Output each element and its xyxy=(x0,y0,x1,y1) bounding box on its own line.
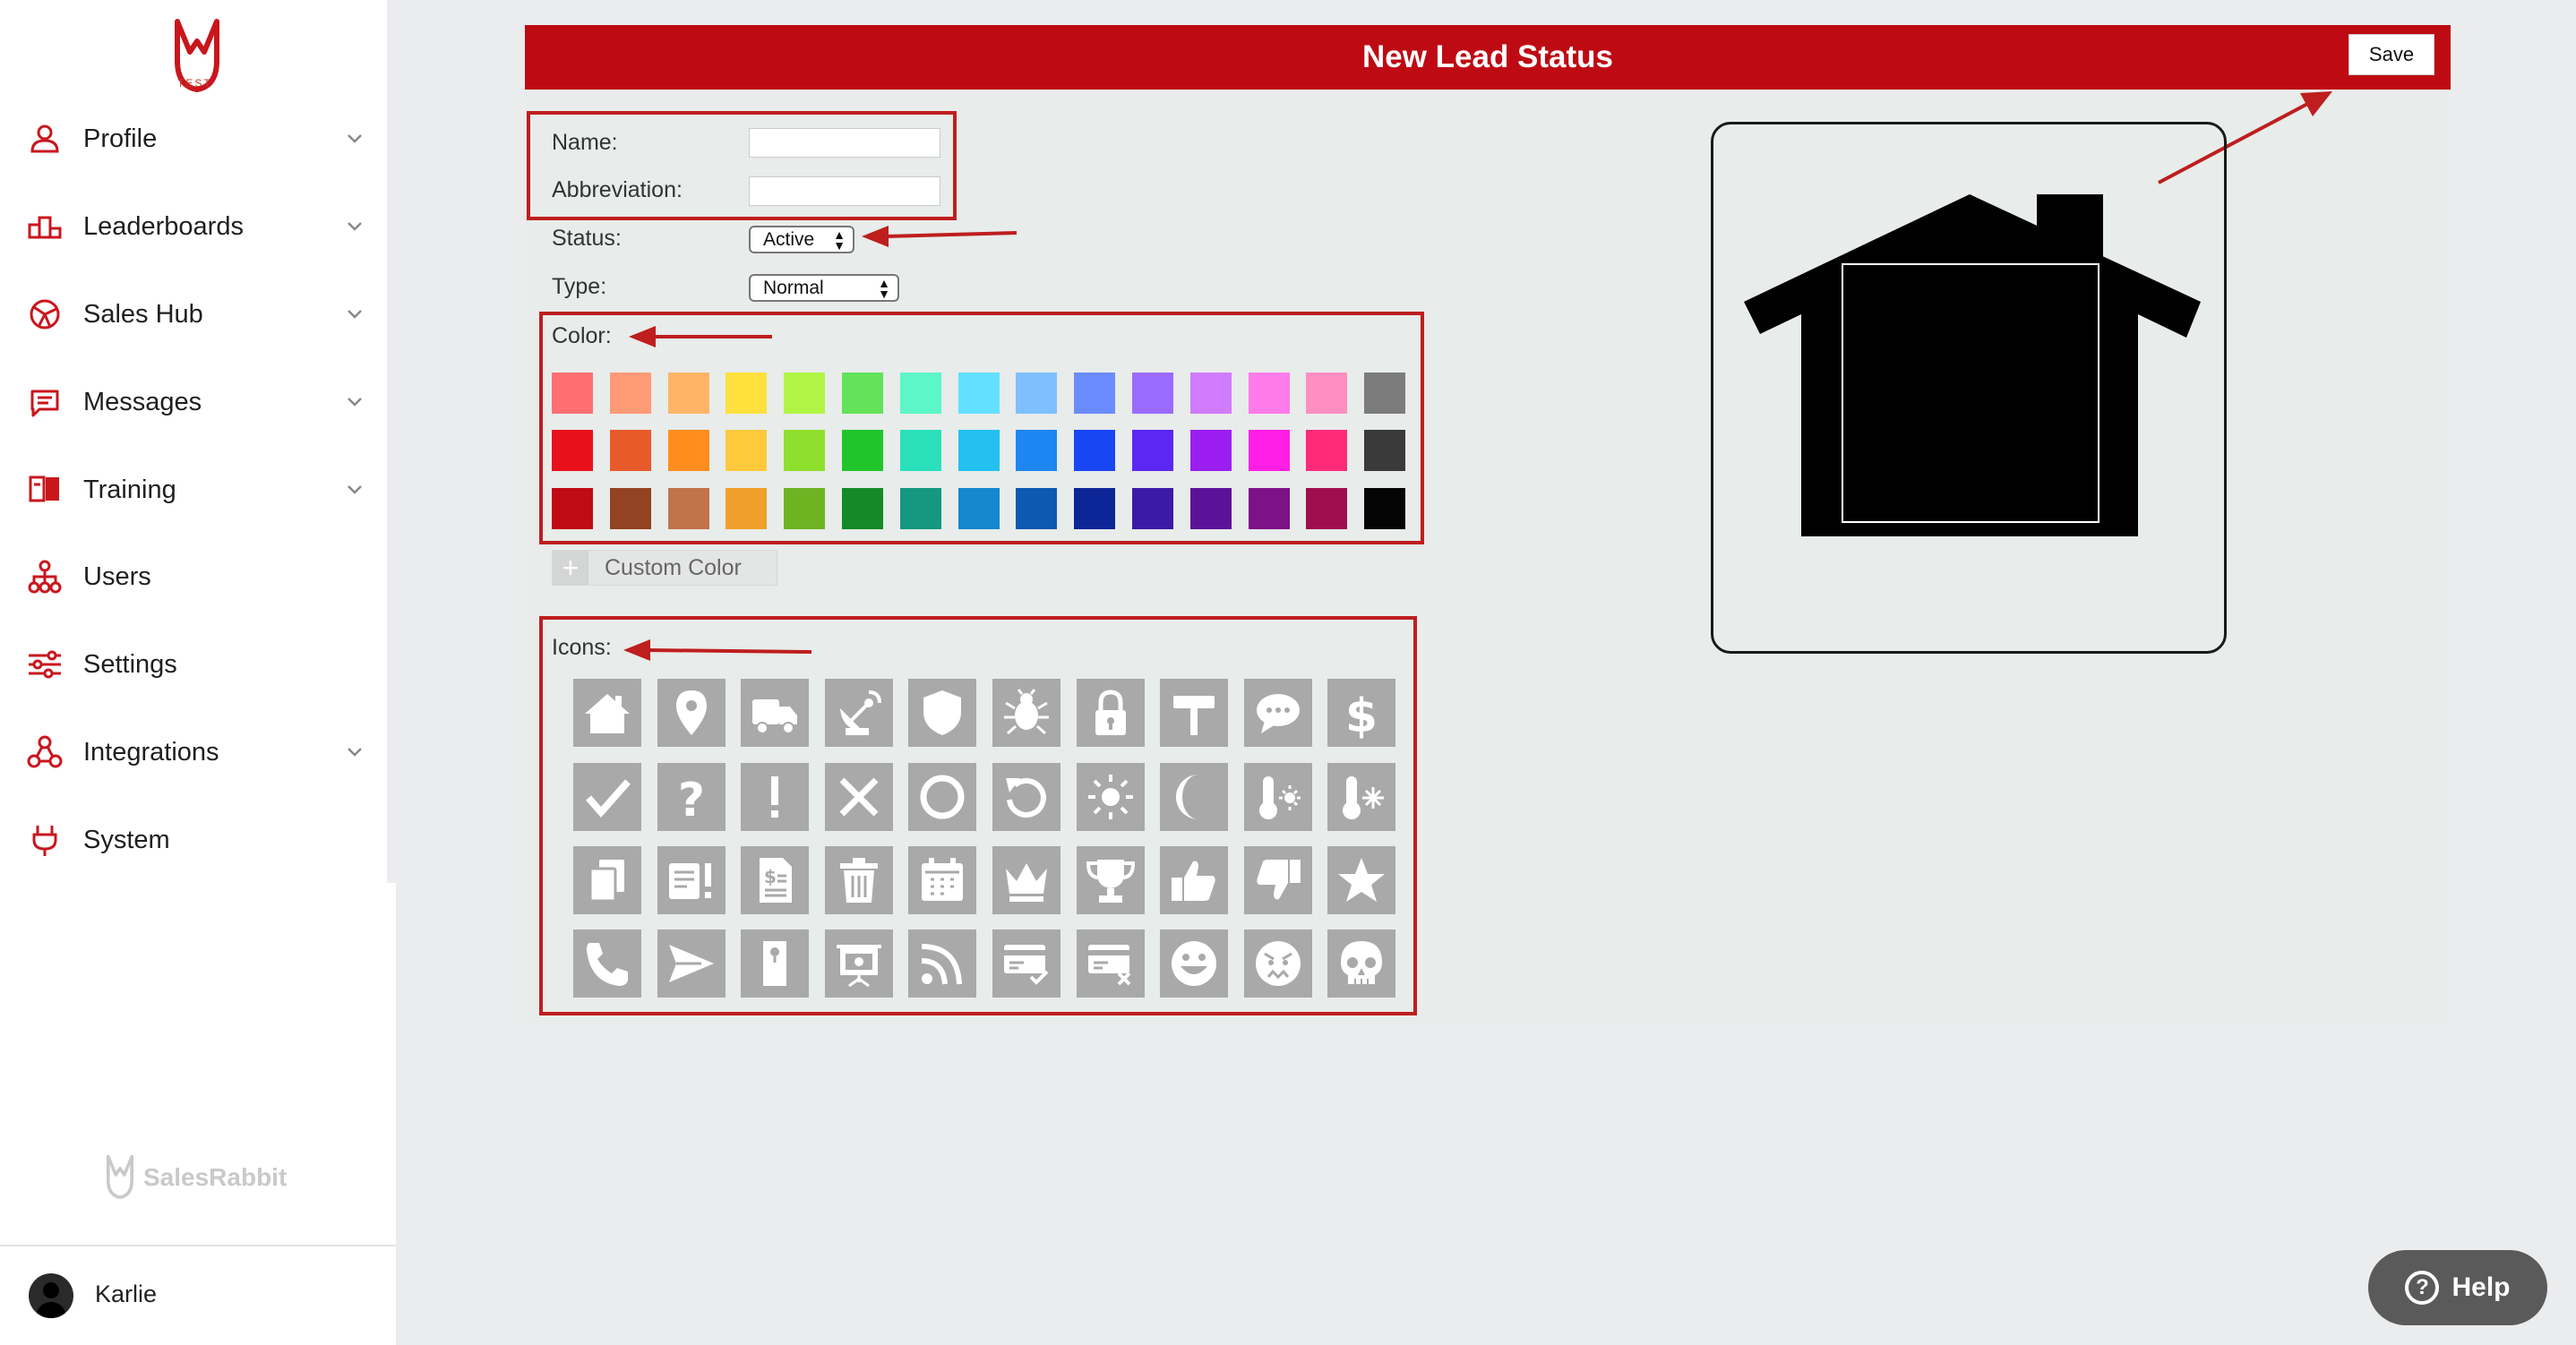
select-arrows-icon: ▲ ▼ xyxy=(878,276,890,301)
annotation-arrow-color xyxy=(629,326,772,347)
type-value: Normal xyxy=(763,278,824,298)
avatar[interactable] xyxy=(29,1273,73,1318)
brand-footer: SalesRabbit xyxy=(104,1151,287,1204)
logo-caption: TEST xyxy=(177,77,212,90)
status-select[interactable]: Active ▲ ▼ xyxy=(749,226,854,253)
sliders-icon xyxy=(29,650,61,679)
help-label: Help xyxy=(2451,1272,2511,1302)
annotation-box-name-fields xyxy=(527,111,957,220)
sidebar-item-label: Settings xyxy=(83,649,177,679)
plug-icon xyxy=(32,826,57,856)
type-label: Type: xyxy=(552,274,607,299)
annotation-arrow-icons xyxy=(623,639,812,661)
status-preview xyxy=(1711,122,2227,654)
sidebar-item-label: Integrations xyxy=(83,737,219,767)
sidebar-item-label: Training xyxy=(83,475,176,504)
sidebar-item-messages[interactable]: Messages xyxy=(0,371,387,433)
nodes-icon xyxy=(27,735,63,768)
status-value: Active xyxy=(763,229,815,250)
person-icon xyxy=(30,124,59,153)
annotation-arrow-status xyxy=(862,226,1018,247)
help-button[interactable]: ? Help xyxy=(2368,1250,2547,1325)
sidebar-item-label: Profile xyxy=(83,124,158,153)
sidebar-item-sales-hub[interactable]: Sales Hub xyxy=(0,283,387,346)
sidebar-item-label: Users xyxy=(83,561,151,591)
sidebar-item-integrations[interactable]: Integrations xyxy=(0,721,387,784)
sidebar-item-label: Leaderboards xyxy=(83,211,244,241)
annotation-box-icons xyxy=(539,616,1417,1015)
sidebar-item-users[interactable]: Users xyxy=(0,545,387,608)
page-title: New Lead Status xyxy=(1361,39,1614,74)
user-divider xyxy=(0,1245,396,1246)
sidebar-item-label: Messages xyxy=(83,387,202,416)
sidebar-item-leaderboards[interactable]: Leaderboards xyxy=(0,195,387,258)
sidebar-item-label: Sales Hub xyxy=(83,299,203,329)
sidebar-item-training[interactable]: Training xyxy=(0,458,387,521)
chevron-down-icon[interactable] xyxy=(342,390,367,415)
chevron-down-icon[interactable] xyxy=(342,740,367,765)
brand-name: SalesRabbit xyxy=(143,1163,288,1191)
save-button[interactable]: Save xyxy=(2348,34,2434,75)
globe-icon xyxy=(30,299,60,330)
custom-color-button[interactable]: + Custom Color xyxy=(552,550,777,586)
plus-icon: + xyxy=(553,551,588,585)
house-icon xyxy=(1744,194,2201,536)
custom-color-label: Custom Color xyxy=(605,554,742,580)
book-icon xyxy=(29,475,59,502)
status-label: Status: xyxy=(552,226,622,251)
sidebar-item-label: System xyxy=(83,825,170,854)
user-name[interactable]: Karlie xyxy=(95,1281,157,1308)
chevron-down-icon[interactable] xyxy=(342,302,367,327)
select-arrows-icon: ▲ ▼ xyxy=(833,227,846,253)
salesrabbit-logo-gray xyxy=(107,1154,133,1199)
chevron-down-icon[interactable] xyxy=(342,477,367,502)
chevron-down-icon[interactable] xyxy=(342,214,367,239)
page-header: New Lead Status Save xyxy=(525,25,2451,90)
question-circle-icon: ? xyxy=(2405,1271,2440,1305)
chat-icon xyxy=(30,390,59,417)
org-chart-icon xyxy=(28,560,62,594)
chevron-down-icon[interactable] xyxy=(342,126,367,151)
sidebar-item-profile[interactable]: Profile xyxy=(0,107,387,170)
sidebar-item-system[interactable]: System xyxy=(0,809,387,871)
type-select[interactable]: Normal ▲ ▼ xyxy=(749,274,899,302)
sidebar-item-settings[interactable]: Settings xyxy=(0,633,387,696)
podium-icon xyxy=(28,216,62,239)
